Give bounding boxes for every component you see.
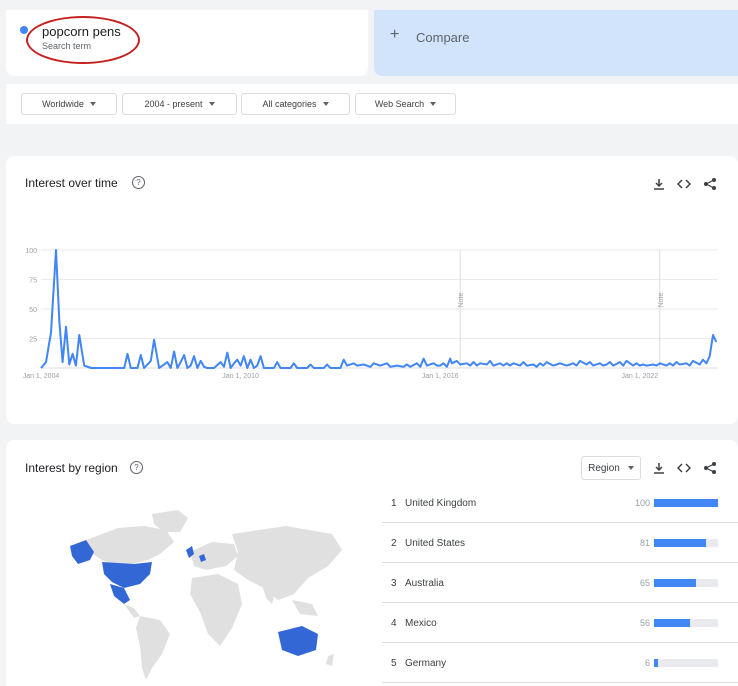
- region-bar-track: [654, 619, 718, 627]
- help-icon[interactable]: ?: [130, 461, 143, 474]
- region-bar-track: [654, 659, 718, 667]
- region-name: Australia: [405, 578, 444, 589]
- caret-down-icon: [430, 102, 437, 106]
- download-icon[interactable]: [652, 461, 666, 475]
- x-tick-label: Jan 1, 2016: [422, 373, 459, 380]
- region-rank: 3: [391, 578, 397, 589]
- region-name: United Kingdom: [405, 498, 477, 509]
- region-row[interactable]: 1 United Kingdom 100: [382, 482, 738, 523]
- region-value: 56: [639, 618, 650, 628]
- filter-search-type[interactable]: Web Search: [355, 93, 456, 115]
- filter-location-label: Worldwide: [42, 99, 84, 109]
- region-bar-track: [654, 579, 718, 587]
- map-europe: [190, 542, 238, 570]
- filter-category-label: All categories: [262, 99, 317, 109]
- region-row[interactable]: 4 Mexico 56: [382, 602, 738, 643]
- share-icon[interactable]: [703, 461, 717, 475]
- region-row[interactable]: 2 United States 81: [382, 522, 738, 563]
- region-name: United States: [405, 538, 466, 549]
- region-bar-fill: [654, 499, 718, 507]
- caret-down-icon: [89, 102, 96, 106]
- region-select-label: Region: [588, 462, 620, 474]
- series-color-dot: [20, 26, 28, 34]
- map-canada: [86, 526, 174, 566]
- plus-icon: +: [390, 26, 400, 43]
- region-bar-fill: [654, 579, 696, 587]
- filter-location[interactable]: Worldwide: [21, 93, 117, 115]
- note-label: Note: [458, 293, 465, 308]
- map-australia: [278, 626, 318, 656]
- search-term-card[interactable]: popcorn pens Search term: [6, 10, 368, 76]
- compare-label: Compare: [416, 30, 470, 45]
- filter-category[interactable]: All categories: [241, 93, 350, 115]
- region-rank: 1: [391, 498, 397, 509]
- y-tick-label: 50: [29, 307, 37, 314]
- highlight-ring: [26, 16, 140, 64]
- region-bar-fill: [654, 539, 706, 547]
- filter-time[interactable]: 2004 - present: [122, 93, 237, 115]
- y-tick-label: 100: [25, 248, 37, 255]
- region-bar-fill: [654, 619, 690, 627]
- region-value: 65: [639, 578, 650, 588]
- interest-by-region-title: Interest by region: [25, 461, 118, 475]
- interest-over-time-chart: 100 75 50 25 Jan 1, 2004 Jan 1, 2010 Jan 1, 20…: [23, 248, 718, 380]
- note-label: Note: [658, 293, 665, 308]
- compare-button[interactable]: + Compare: [374, 10, 738, 76]
- filter-search-type-label: Web Search: [374, 99, 425, 109]
- region-rank: 2: [391, 538, 397, 549]
- region-name: Germany: [405, 658, 447, 669]
- caret-down-icon: [627, 466, 634, 470]
- region-bar-track: [654, 499, 718, 507]
- region-bar-track: [654, 539, 718, 547]
- interest-by-region-card: Interest by region ? Region 1 United Kin…: [6, 440, 738, 686]
- filters-bar: Worldwide 2004 - present All categories …: [6, 84, 738, 124]
- x-tick-label: Jan 1, 2004: [23, 373, 60, 380]
- map-asia: [232, 526, 342, 600]
- region-value: 81: [639, 538, 650, 548]
- region-select[interactable]: Region: [581, 456, 641, 480]
- region-row[interactable]: 3 Australia 65: [382, 562, 738, 603]
- embed-icon[interactable]: [677, 461, 691, 475]
- region-row[interactable]: 5 Germany 6: [382, 642, 738, 683]
- caret-down-icon: [208, 102, 215, 106]
- region-value: 6: [644, 658, 650, 668]
- x-tick-label: Jan 1, 2022: [622, 373, 659, 380]
- map-new-zealand: [326, 654, 334, 666]
- region-value: 100: [634, 498, 650, 508]
- y-tick-label: 75: [29, 278, 37, 285]
- map-united-states: [102, 562, 152, 588]
- interest-over-time-card: Interest over time ? 100 75 50 25 Jan 1, 200…: [6, 156, 738, 424]
- map-india: [262, 584, 276, 604]
- region-bar-fill: [654, 659, 658, 667]
- map-africa: [190, 574, 242, 646]
- region-rank: 4: [391, 618, 397, 629]
- region-name: Mexico: [405, 618, 437, 629]
- map-central-america: [124, 604, 140, 618]
- world-map[interactable]: [56, 508, 356, 686]
- map-south-america: [136, 616, 170, 680]
- caret-down-icon: [322, 102, 329, 106]
- map-southeast-asia: [292, 600, 318, 616]
- region-rank: 5: [391, 658, 397, 669]
- filter-time-label: 2004 - present: [144, 99, 203, 109]
- y-tick-label: 25: [29, 337, 37, 344]
- x-tick-label: Jan 1, 2010: [222, 373, 259, 380]
